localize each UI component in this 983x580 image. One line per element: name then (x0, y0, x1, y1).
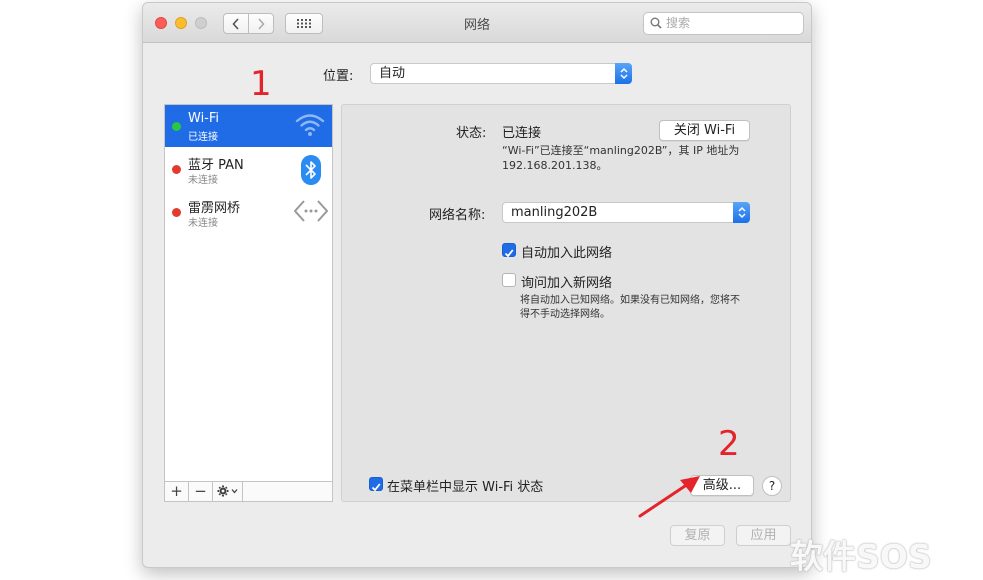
service-status: 未连接 (188, 218, 218, 229)
network-preferences-window: 网络 搜索 位置: 自动 Wi-Fi 已连接 蓝牙 PAN 未连接 雷雳网桥 未… (142, 2, 812, 568)
annotation-arrow-icon (638, 476, 700, 518)
search-placeholder: 搜索 (666, 16, 691, 30)
service-item-bluetooth-pan[interactable]: 蓝牙 PAN 未连接 (165, 148, 332, 190)
ask-join-label[interactable]: 询问加入新网络 (521, 272, 612, 291)
show-wifi-in-menubar-checkbox[interactable] (369, 477, 383, 492)
bluetooth-icon (301, 155, 321, 185)
network-name-label: 网络名称: (429, 208, 486, 223)
stepper-icon (615, 63, 632, 84)
status-description-line1: “Wi-Fi”已连接至“manling202B”，其 IP 地址为 (502, 144, 740, 157)
status-dot (172, 122, 181, 131)
service-list: Wi-Fi 已连接 蓝牙 PAN 未连接 雷雳网桥 未连接 + − (164, 104, 333, 502)
add-service-button[interactable]: + (165, 482, 189, 501)
turn-off-wifi-button[interactable]: 关闭 Wi-Fi (659, 120, 750, 141)
search-icon (650, 17, 662, 29)
status-label: 状态: (456, 126, 487, 141)
auto-join-label[interactable]: 自动加入此网络 (521, 242, 612, 261)
auto-join-checkbox[interactable] (502, 243, 516, 258)
service-name: Wi-Fi (188, 111, 220, 126)
status-dot (172, 165, 181, 174)
status-description-line2: 192.168.201.138。 (502, 159, 608, 172)
network-name-select[interactable]: manling202B (502, 202, 750, 223)
service-status: 已连接 (188, 132, 218, 143)
checkmark-icon (504, 249, 514, 258)
ask-join-checkbox[interactable] (502, 273, 516, 287)
stepper-icon (733, 202, 750, 223)
action-menu-button[interactable] (213, 482, 243, 501)
network-name-value: manling202B (511, 205, 598, 220)
status-dot (172, 208, 181, 217)
title-bar: 网络 搜索 (143, 3, 811, 43)
status-value: 已连接 (502, 126, 542, 141)
service-list-toolbar: + − (165, 481, 332, 501)
annotation-marker-2: 2 (718, 424, 740, 464)
annotation-marker-1: 1 (250, 64, 272, 104)
service-status: 未连接 (188, 175, 218, 186)
ask-join-description-line1: 将自动加入已知网络。如果没有已知网络，您将不 (520, 295, 740, 306)
search-field[interactable]: 搜索 (643, 12, 804, 35)
show-wifi-in-menubar-label[interactable]: 在菜单栏中显示 Wi-Fi 状态 (387, 476, 543, 495)
help-button[interactable]: ? (762, 476, 782, 496)
gear-icon (217, 485, 237, 497)
service-item-wifi[interactable]: Wi-Fi 已连接 (165, 105, 332, 147)
location-select[interactable]: 自动 (370, 63, 632, 84)
location-value: 自动 (379, 66, 406, 81)
service-item-thunderbolt-bridge[interactable]: 雷雳网桥 未连接 (165, 191, 332, 233)
wifi-icon (295, 114, 325, 136)
location-label: 位置: (323, 69, 354, 84)
checkmark-icon (371, 483, 381, 492)
remove-service-button[interactable]: − (189, 482, 213, 501)
ask-join-description-line2: 得不手动选择网络。 (520, 309, 610, 320)
apply-button[interactable]: 应用 (736, 525, 791, 546)
thunderbolt-bridge-icon (294, 200, 328, 222)
watermark: 软件SOS (790, 537, 932, 576)
revert-button[interactable]: 复原 (670, 525, 725, 546)
